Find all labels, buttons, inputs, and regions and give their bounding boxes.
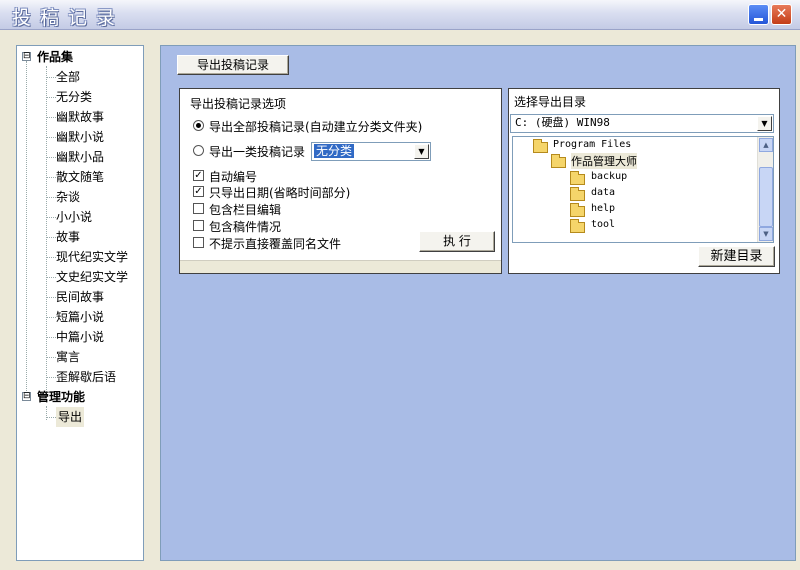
folder-open-icon (533, 139, 548, 153)
folder-backup[interactable]: backup (591, 171, 627, 182)
scroll-down-icon[interactable]: ▼ (759, 227, 773, 241)
folder-data[interactable]: data (591, 187, 615, 198)
close-icon: ✕ (775, 6, 788, 22)
chevron-down-icon[interactable]: ▼ (414, 144, 429, 159)
checkbox-manuscript-status[interactable] (193, 220, 204, 231)
folder-icon (570, 219, 585, 233)
checkbox-date-only[interactable]: ✓ (193, 186, 204, 197)
folder-icon (570, 187, 585, 201)
window-title: 投稿记录 (12, 7, 125, 29)
tree-category-works[interactable]: 作品集 (37, 47, 73, 67)
checkbox-auto-number-label[interactable]: 自动编号 (209, 168, 257, 185)
tree-line (46, 257, 56, 258)
scroll-up-icon[interactable]: ▲ (759, 138, 773, 152)
execute-button[interactable]: 执 行 (419, 231, 495, 252)
radio-export-all-label[interactable]: 导出全部投稿记录(自动建立分类文件夹) (209, 118, 422, 135)
collapse-icon[interactable]: ⊟ (22, 392, 31, 401)
directory-tree[interactable]: Program Files 作品管理大师 backup data help to… (512, 136, 774, 243)
chevron-down-icon[interactable]: ▼ (757, 116, 772, 131)
tree-item[interactable]: 小小说 (56, 207, 92, 227)
tree-item[interactable]: 幽默故事 (56, 107, 104, 127)
folder-current[interactable]: 作品管理大师 (571, 153, 637, 169)
drive-select[interactable]: C: (硬盘) WIN98 ▼ (510, 114, 774, 133)
tree-line (46, 177, 56, 178)
checkbox-overwrite-label[interactable]: 不提示直接覆盖同名文件 (209, 235, 341, 252)
tree-item[interactable]: 幽默小品 (56, 147, 104, 167)
folder-program-files[interactable]: Program Files (553, 139, 631, 150)
tree-line (46, 117, 56, 118)
tree-line (46, 417, 56, 418)
radio-export-one-label[interactable]: 导出一类投稿记录 (209, 143, 305, 160)
tree-line (46, 377, 56, 378)
drive-select-value: C: (硬盘) WIN98 (515, 116, 610, 129)
export-records-tab[interactable]: 导出投稿记录 (177, 55, 289, 75)
tree-item[interactable]: 杂谈 (56, 187, 80, 207)
checkbox-date-only-label[interactable]: 只导出日期(省略时间部分) (209, 184, 350, 201)
new-directory-button[interactable]: 新建目录 (698, 246, 775, 267)
tree-item[interactable]: 全部 (56, 67, 80, 87)
tree-line (26, 61, 27, 401)
checkbox-column-editor-label[interactable]: 包含栏目编辑 (209, 201, 281, 218)
tree-item[interactable]: 中篇小说 (56, 327, 104, 347)
category-tree[interactable]: ⊟ 作品集 全部 无分类 幽默故事 幽默小说 幽默小品 散文随笔 杂谈 小小说 … (16, 45, 144, 561)
folder-open-icon (551, 154, 566, 168)
tree-item[interactable]: 短篇小说 (56, 307, 104, 327)
radio-export-one[interactable] (193, 145, 204, 156)
tree-line (46, 297, 56, 298)
tree-line (46, 317, 56, 318)
tree-line (46, 277, 56, 278)
scroll-thumb[interactable] (759, 167, 773, 227)
tree-line (46, 77, 56, 78)
folder-icon (570, 171, 585, 185)
tree-line (46, 357, 56, 358)
checkbox-overwrite[interactable] (193, 237, 204, 248)
close-button[interactable]: ✕ (771, 4, 792, 25)
tree-line (46, 97, 56, 98)
tree-item[interactable]: 幽默小说 (56, 127, 104, 147)
directory-title: 选择导出目录 (514, 95, 587, 109)
tree-item[interactable]: 散文随笔 (56, 167, 104, 187)
tree-item[interactable]: 无分类 (56, 87, 92, 107)
collapse-icon[interactable]: ⊟ (22, 52, 31, 61)
category-select-value: 无分类 (314, 144, 355, 158)
tree-item[interactable]: 歪解歇后语 (56, 367, 116, 387)
category-select[interactable]: 无分类 ▼ (311, 142, 431, 161)
checkbox-manuscript-status-label[interactable]: 包含稿件情况 (209, 218, 281, 235)
tree-item[interactable]: 现代纪实文学 (56, 247, 128, 267)
minimize-icon (754, 18, 763, 21)
tree-line (46, 157, 56, 158)
checkbox-auto-number[interactable]: ✓ (193, 170, 204, 181)
directory-scrollbar[interactable]: ▲ ▼ (757, 137, 773, 242)
tree-line (46, 237, 56, 238)
tree-category-admin[interactable]: 管理功能 (37, 387, 85, 407)
minimize-button[interactable] (748, 4, 769, 25)
tree-item[interactable]: 故事 (56, 227, 80, 247)
folder-help[interactable]: help (591, 203, 615, 214)
checkbox-column-editor[interactable] (193, 203, 204, 214)
radio-export-all[interactable] (193, 120, 204, 131)
tree-item[interactable]: 民间故事 (56, 287, 104, 307)
folder-tool[interactable]: tool (591, 219, 615, 230)
options-title: 导出投稿记录选项 (190, 97, 287, 111)
tree-item-export[interactable]: 导出 (56, 407, 85, 427)
title-bar: 投稿记录 ✕ (0, 0, 800, 30)
tree-line (46, 197, 56, 198)
tree-line (46, 137, 56, 138)
folder-icon (570, 203, 585, 217)
tree-line (46, 337, 56, 338)
tree-line (46, 217, 56, 218)
tree-item[interactable]: 文史纪实文学 (56, 267, 128, 287)
options-footer (180, 260, 501, 273)
tree-item[interactable]: 寓言 (56, 347, 80, 367)
